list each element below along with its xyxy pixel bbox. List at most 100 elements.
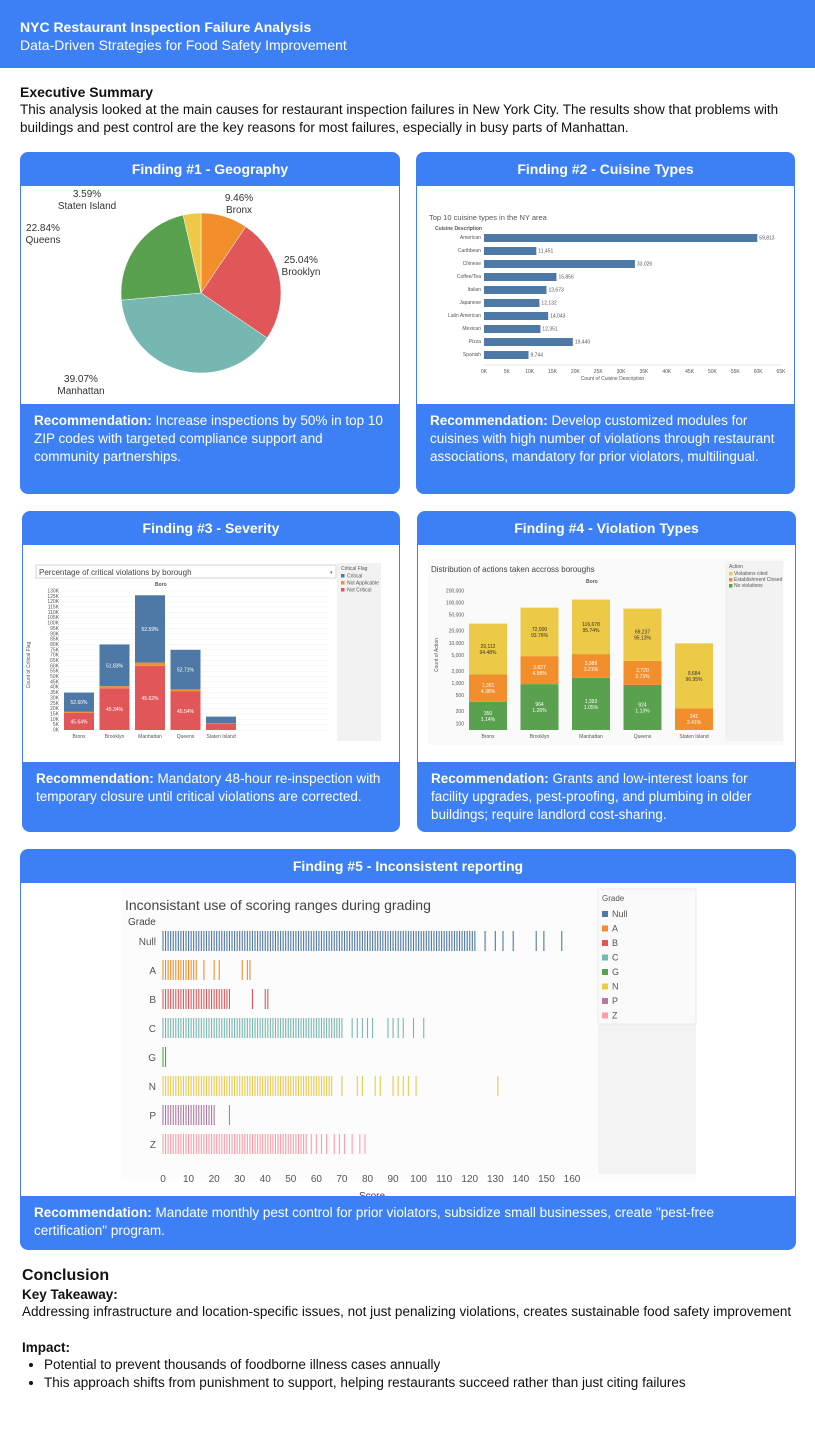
actions-bar-label: 95.13% [634, 636, 652, 642]
severity-legend-label: Not Critical [347, 588, 371, 594]
recommendation-label: Recommendation: [430, 413, 548, 428]
finding-1-recommendation: Recommendation: Increase inspections by … [20, 404, 400, 494]
severity-x-tick: Staten Island [206, 734, 235, 740]
severity-legend-swatch [341, 588, 345, 592]
cuisine-x-tick: 15K [548, 369, 558, 375]
severity-bar-not-applicable-bronx [64, 711, 94, 713]
cuisine-x-tick: 35K [639, 369, 649, 375]
cuisine-category-label: Chinese [463, 261, 482, 267]
grade-category-label: N [149, 1082, 156, 1093]
actions-y-tick: 1,000 [451, 681, 464, 687]
recommendation-label: Recommendation: [36, 771, 154, 786]
severity-y-tick: 5K [53, 722, 60, 728]
cuisine-x-tick: 65K [777, 369, 787, 375]
severity-chart-title: Percentage of critical violations by bor… [39, 568, 192, 577]
grade-category-label: Z [150, 1140, 156, 1151]
actions-y-tick: 2,000 [451, 669, 464, 675]
grade-legend-swatch [602, 969, 608, 975]
cuisine-category-label: Latin American [448, 313, 481, 319]
finding-2-card: Finding #2 - Cuisine Types Top 10 cuisin… [416, 152, 795, 494]
grade-x-tick: 100 [410, 1174, 427, 1185]
cuisine-bar-spanish [484, 351, 529, 359]
actions-x-tick: Staten Island [679, 734, 708, 740]
cuisine-value-label: 12,351 [542, 327, 558, 333]
grade-x-tick: 40 [260, 1174, 272, 1185]
severity-x-tick: Brooklyn [105, 734, 125, 740]
actions-bar-label: 93.76% [531, 633, 549, 639]
actions-bar-label: 4.98% [532, 671, 547, 677]
grade-legend-label: C [612, 953, 619, 963]
severity-y-axis-title: Count of Critical Flag [26, 641, 32, 688]
severity-x-tick: Manhattan [138, 734, 162, 740]
actions-x-axis-title: Boro [586, 579, 598, 585]
finding-4-chart-area: Distribution of actions taken accross bo… [418, 545, 795, 762]
grade-category-label: A [149, 966, 156, 977]
grade-legend-label: A [612, 924, 618, 934]
grade-x-tick: 60 [311, 1174, 323, 1185]
actions-y-tick: 5,000 [451, 653, 464, 659]
actions-y-axis-title: Count of Action [434, 638, 440, 672]
severity-y-tick: 10K [50, 717, 60, 723]
cuisine-x-tick: 5K [504, 369, 511, 375]
severity-y-tick: 110K [48, 610, 60, 616]
cuisine-bar-american [484, 234, 758, 242]
actions-bar-label: 1.13% [635, 708, 650, 714]
severity-bar-label: 52.71% [177, 668, 195, 674]
cuisine-x-axis-title: Count of Cuisine Description [581, 376, 645, 382]
severity-bar-not-applicable-manhattan [135, 662, 165, 666]
severity-bar-not-applicable-queens [170, 689, 201, 692]
severity-bar-label: 45.64% [71, 719, 89, 725]
page-header: NYC Restaurant Inspection Failure Analys… [0, 0, 815, 68]
cuisine-x-tick: 25K [594, 369, 604, 375]
pie-category-label: Queens [25, 235, 60, 246]
cuisine-category-label: Caribbean [458, 248, 481, 254]
grade-legend-label: Z [612, 1011, 618, 1021]
grade-legend-label: G [612, 967, 619, 977]
grade-legend-swatch [602, 940, 608, 946]
grade-x-tick: 50 [285, 1174, 297, 1185]
cuisine-bar-mexican [484, 325, 541, 333]
finding-3-recommendation: Recommendation: Mandatory 48-hour re-ins… [22, 762, 400, 832]
grade-score-strip-chart: Inconsistant use of scoring ranges durin… [121, 887, 697, 1196]
severity-legend-swatch [341, 581, 345, 585]
severity-y-tick: 50K [50, 674, 60, 680]
cuisine-bar-italian [484, 286, 547, 294]
impact-item: Potential to prevent thousands of foodbo… [44, 1356, 802, 1374]
severity-bar-label: 51.83% [106, 663, 124, 669]
grade-category-label: P [149, 1111, 156, 1122]
grade-x-tick: 20 [209, 1174, 221, 1185]
severity-bar-label: 45.54% [177, 709, 195, 715]
actions-bar-label: 1.14% [481, 717, 496, 723]
geography-pie-chart: 9.46%Bronx 25.04%Brooklyn 39.07%Manhattan 2… [25, 189, 320, 397]
actions-legend-swatch [729, 572, 733, 576]
grade-x-tick: 70 [336, 1174, 348, 1185]
cuisine-bar-chart: Top 10 cuisine types in the NY area Cuisi… [429, 213, 787, 382]
severity-y-tick: 120K [47, 599, 59, 605]
grade-category-label: B [149, 995, 156, 1006]
executive-summary-text: This analysis looked at the main causes … [20, 102, 779, 135]
cuisine-value-label: 59,813 [759, 236, 775, 242]
severity-legend-title: Critical Flag [341, 566, 368, 572]
grade-x-tick: 0 [160, 1174, 166, 1185]
actions-legend-swatch [729, 578, 733, 582]
actions-bar-label: 94.48% [480, 650, 498, 656]
conclusion-heading: Conclusion [22, 1267, 110, 1284]
page-title: NYC Restaurant Inspection Failure Analys… [20, 19, 312, 35]
grade-legend-label: B [612, 938, 618, 948]
finding-1-title: Finding #1 - Geography [131, 161, 289, 177]
grade-category-label: Null [139, 937, 156, 948]
grade-x-tick: 160 [564, 1174, 581, 1185]
recommendation-label: Recommendation: [34, 1205, 152, 1220]
actions-bar-label: 1.05% [584, 705, 599, 711]
severity-y-tick: 85K [50, 637, 60, 643]
pie-value-label: 25.04% [284, 255, 318, 266]
cuisine-chart-title: Top 10 cuisine types in the NY area [429, 213, 548, 222]
severity-bar-label: 45.34% [106, 707, 124, 713]
pie-value-label: 39.07% [64, 374, 98, 385]
severity-stacked-bar-chart: Percentage of critical violations by bor… [26, 563, 381, 741]
cuisine-category-label: Japanese [459, 300, 481, 306]
cuisine-bar-chinese [484, 260, 635, 268]
finding-5-chart-area: Inconsistant use of scoring ranges durin… [21, 883, 795, 1196]
page-subtitle: Data-Driven Strategies for Food Safety I… [20, 37, 347, 53]
cuisine-x-tick: 0K [481, 369, 488, 375]
